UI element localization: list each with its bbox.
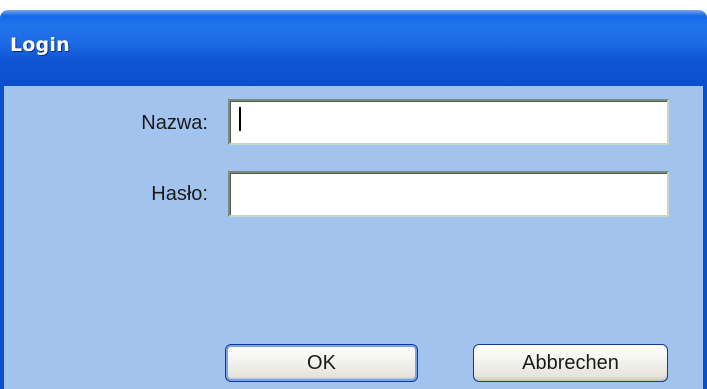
username-label: Nazwa: — [141, 112, 208, 134]
text-caret — [239, 107, 241, 131]
username-field[interactable] — [228, 99, 669, 145]
titlebar[interactable]: Login — [0, 0, 707, 86]
dialog-body: Nazwa: Hasło: OK Abbrechen — [0, 86, 707, 389]
dialog-title: Login — [10, 34, 70, 56]
ok-button[interactable]: OK — [225, 344, 418, 382]
password-label: Hasło: — [151, 183, 208, 205]
login-dialog: Login Nazwa: Hasło: OK Abbrechen — [0, 0, 707, 389]
titlebar-bar[interactable]: Login — [0, 10, 707, 86]
cancel-button[interactable]: Abbrechen — [473, 344, 668, 382]
password-field[interactable] — [228, 171, 669, 217]
